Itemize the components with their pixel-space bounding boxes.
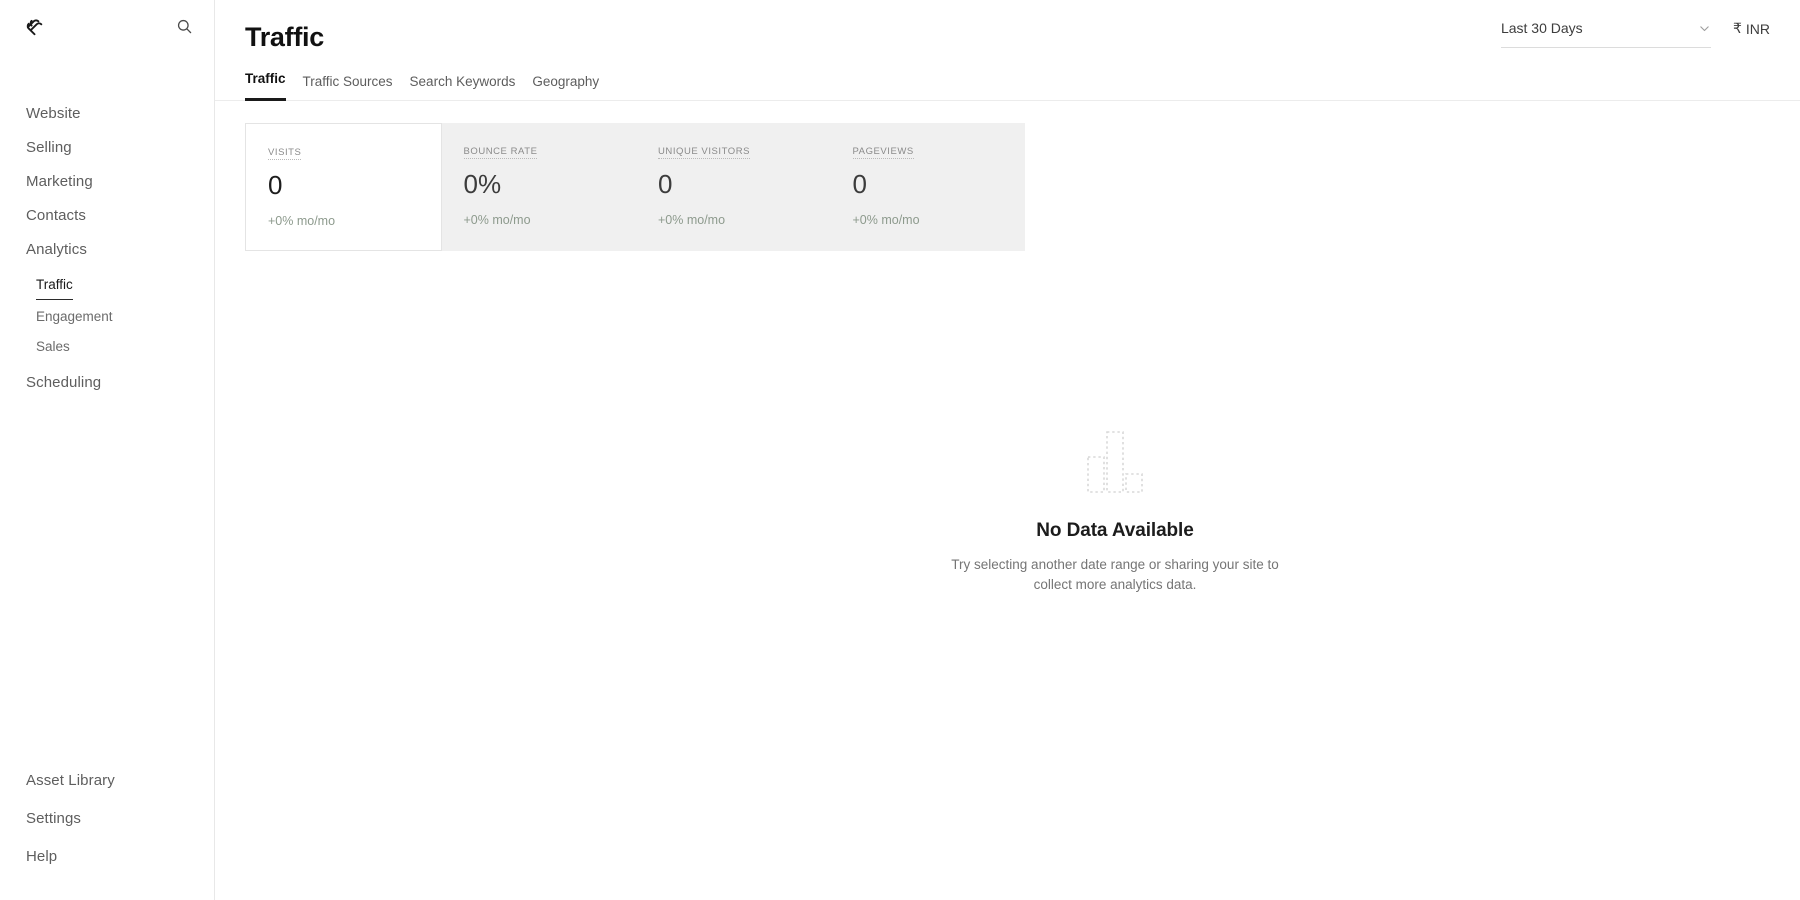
stat-card-bounce-rate[interactable]: BOUNCE RATE 0% +0% mo/mo bbox=[442, 123, 637, 251]
sidebar-item-help[interactable]: Help bbox=[0, 838, 214, 876]
sidebar-item-contacts[interactable]: Contacts bbox=[0, 199, 214, 233]
sidebar-footer-nav: Asset Library Settings Help bbox=[0, 762, 214, 900]
bar-chart-empty-icon bbox=[1087, 430, 1143, 494]
main-content: Traffic Last 30 Days ₹ INR bbox=[215, 0, 1800, 900]
tab-geography[interactable]: Geography bbox=[532, 73, 599, 101]
stat-value: 0 bbox=[658, 169, 809, 199]
tabbar: Traffic Traffic Sources Search Keywords … bbox=[215, 70, 1800, 101]
sidebar-item-asset-library[interactable]: Asset Library bbox=[0, 762, 214, 800]
stat-label: BOUNCE RATE bbox=[464, 146, 538, 159]
stat-value: 0 bbox=[268, 170, 419, 200]
tab-traffic[interactable]: Traffic bbox=[245, 70, 286, 101]
stat-delta: +0% mo/mo bbox=[658, 213, 809, 227]
currency-indicator[interactable]: ₹ INR bbox=[1733, 18, 1770, 37]
chevron-down-icon bbox=[1698, 22, 1711, 35]
search-icon[interactable] bbox=[174, 16, 194, 36]
stat-label: VISITS bbox=[268, 147, 301, 160]
sidebar-item-selling[interactable]: Selling bbox=[0, 131, 214, 165]
squarespace-logo-icon[interactable] bbox=[24, 15, 46, 37]
stat-label: UNIQUE VISITORS bbox=[658, 146, 750, 159]
sidebar-nav: Website Selling Marketing Contacts Analy… bbox=[0, 97, 214, 400]
stat-delta: +0% mo/mo bbox=[853, 213, 1004, 227]
empty-state: No Data Available Try selecting another … bbox=[430, 430, 1800, 595]
date-range-value: Last 30 Days bbox=[1501, 20, 1583, 36]
sidebar-header bbox=[0, 0, 214, 52]
tab-list: Traffic Traffic Sources Search Keywords … bbox=[245, 70, 1800, 101]
rupee-icon: ₹ bbox=[1733, 20, 1742, 37]
stat-value: 0 bbox=[853, 169, 1004, 199]
header-controls: Last 30 Days ₹ INR bbox=[1501, 18, 1770, 48]
empty-state-title: No Data Available bbox=[1036, 520, 1193, 542]
empty-state-subtitle: Try selecting another date range or shar… bbox=[950, 555, 1280, 595]
sidebar-subitem-engagement[interactable]: Engagement bbox=[36, 304, 113, 330]
sidebar-subitem-sales[interactable]: Sales bbox=[36, 334, 70, 360]
stat-delta: +0% mo/mo bbox=[464, 213, 615, 227]
stat-value: 0% bbox=[464, 169, 615, 199]
sidebar: Website Selling Marketing Contacts Analy… bbox=[0, 0, 215, 900]
sidebar-item-website[interactable]: Website bbox=[0, 97, 214, 131]
stat-card-visits[interactable]: VISITS 0 +0% mo/mo bbox=[245, 123, 442, 251]
tab-traffic-sources[interactable]: Traffic Sources bbox=[303, 73, 393, 101]
page-header: Traffic Last 30 Days ₹ INR bbox=[215, 0, 1800, 56]
currency-code: INR bbox=[1746, 21, 1770, 37]
tab-search-keywords[interactable]: Search Keywords bbox=[410, 73, 516, 101]
sidebar-item-settings[interactable]: Settings bbox=[0, 800, 214, 838]
date-range-select[interactable]: Last 30 Days bbox=[1501, 18, 1711, 48]
analytics-traffic-page: Website Selling Marketing Contacts Analy… bbox=[0, 0, 1800, 900]
sidebar-item-analytics[interactable]: Analytics bbox=[0, 233, 214, 267]
subnav-row-sales: Sales bbox=[0, 332, 214, 362]
stat-card-unique-visitors[interactable]: UNIQUE VISITORS 0 +0% mo/mo bbox=[636, 123, 831, 251]
sidebar-item-marketing[interactable]: Marketing bbox=[0, 165, 214, 199]
subnav-row-engagement: Engagement bbox=[0, 302, 214, 332]
stat-delta: +0% mo/mo bbox=[268, 214, 419, 228]
stat-label: PAGEVIEWS bbox=[853, 146, 914, 159]
stat-card-group: VISITS 0 +0% mo/mo BOUNCE RATE 0% +0% mo… bbox=[245, 123, 1025, 251]
subnav-row-traffic: Traffic bbox=[0, 270, 214, 302]
sidebar-item-scheduling[interactable]: Scheduling bbox=[0, 366, 214, 400]
sidebar-subitem-traffic[interactable]: Traffic bbox=[36, 272, 73, 300]
stat-card-pageviews[interactable]: PAGEVIEWS 0 +0% mo/mo bbox=[831, 123, 1026, 251]
analytics-subnav: Traffic Engagement Sales bbox=[0, 270, 214, 362]
